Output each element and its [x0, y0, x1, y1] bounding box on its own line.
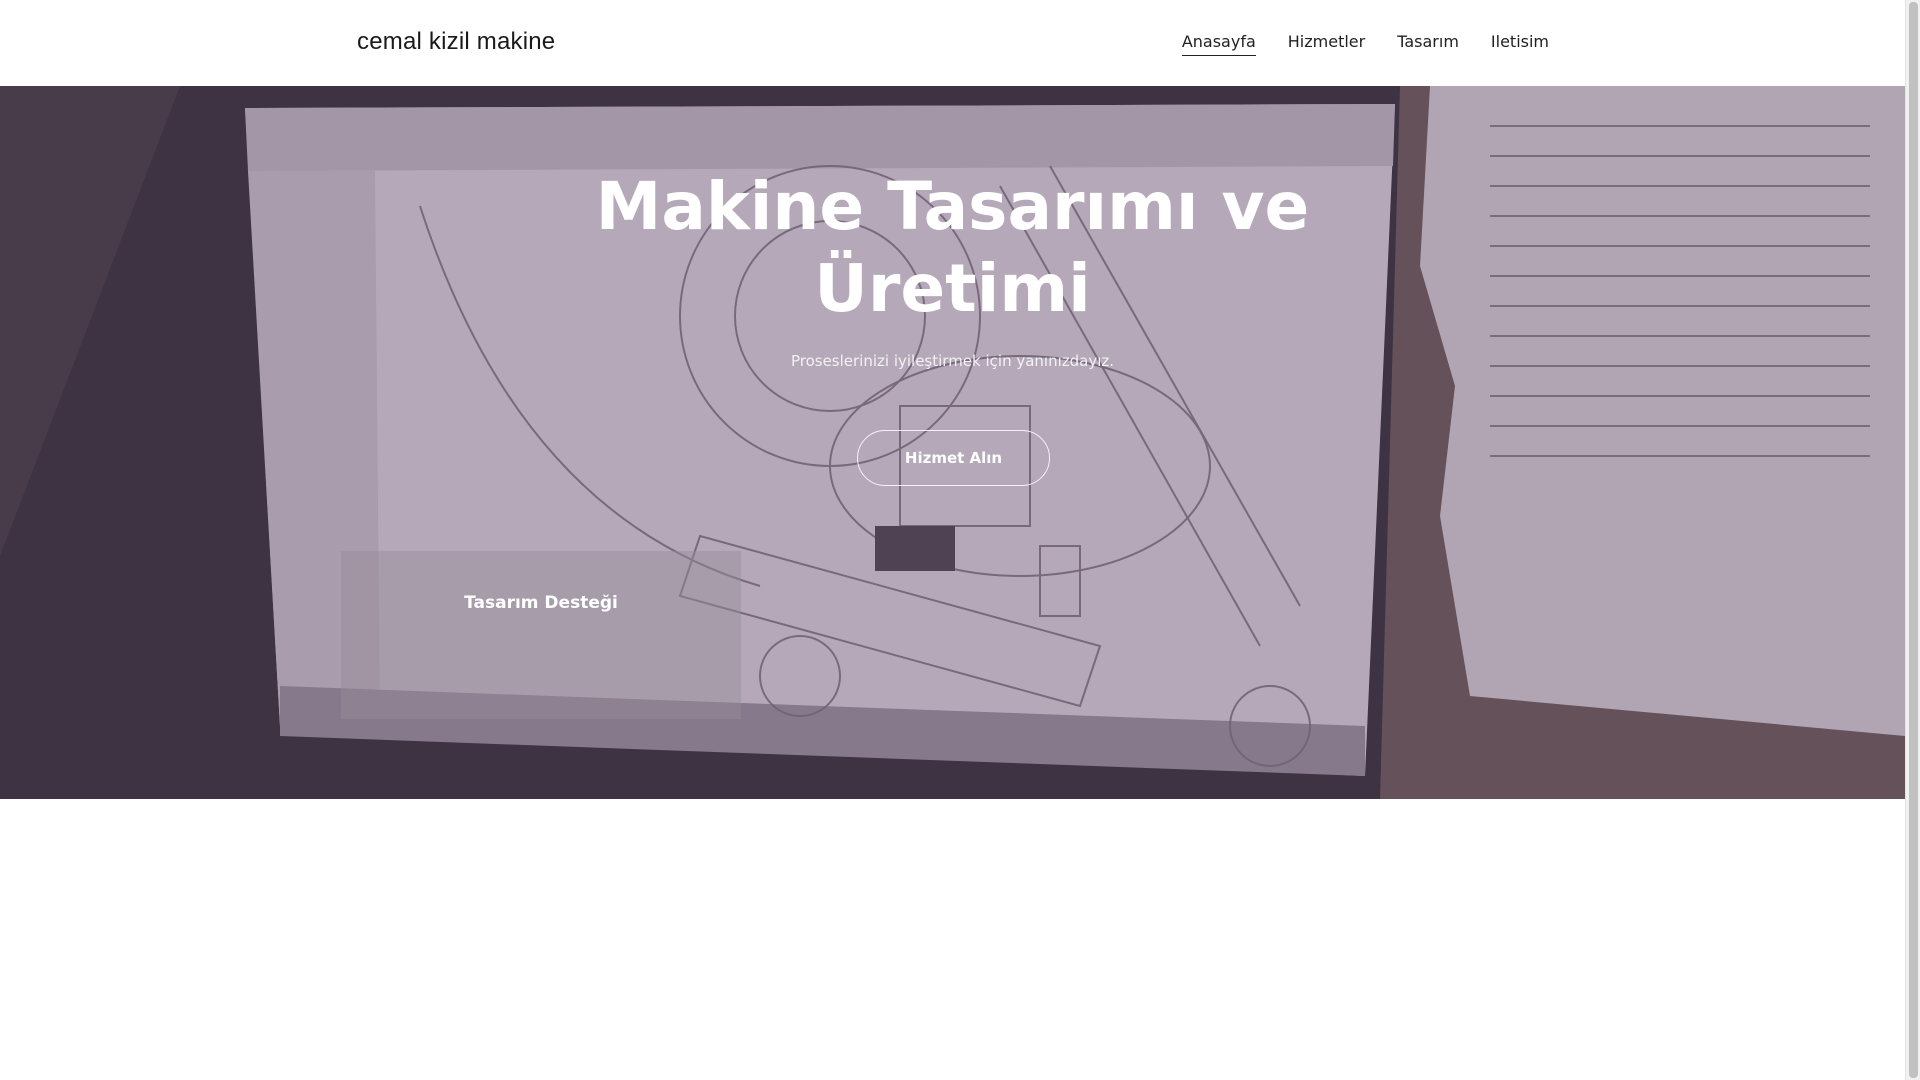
site-header: cemal kizil makine Anasayfa Hizmetler Ta… [0, 0, 1905, 86]
nav-link-hizmetler[interactable]: Hizmetler [1288, 32, 1365, 56]
hero-title: Makine Tasarımı ve Üretimi [0, 166, 1905, 330]
nav-link-tasarim[interactable]: Tasarım [1397, 32, 1459, 56]
hero-subtitle: Proseslerinizi iyileştirmek için yanınız… [790, 352, 1115, 370]
nav-link-iletisim[interactable]: Iletisim [1491, 32, 1549, 56]
site-brand[interactable]: cemal kizil makine [357, 28, 555, 56]
service-card[interactable]: Tasarım Desteği [341, 551, 741, 719]
nav-link-anasayfa[interactable]: Anasayfa [1181, 32, 1256, 56]
scrollbar-thumb[interactable] [1909, 2, 1918, 1078]
page: cemal kizil makine Anasayfa Hizmetler Ta… [0, 0, 1905, 1080]
hero-cta-button[interactable]: Hizmet Alın [857, 430, 1050, 486]
hero-title-line-1: Makine Tasarımı ve [595, 168, 1310, 245]
page-scrollbar[interactable] [1905, 0, 1920, 1080]
hero-section: Makine Tasarımı ve Üretimi Prosesleriniz… [0, 86, 1905, 799]
main-nav: Anasayfa Hizmetler Tasarım Iletisim [1181, 32, 1549, 56]
hero-title-line-2: Üretimi [814, 250, 1091, 327]
service-card-title: Tasarım Desteği [464, 593, 618, 613]
